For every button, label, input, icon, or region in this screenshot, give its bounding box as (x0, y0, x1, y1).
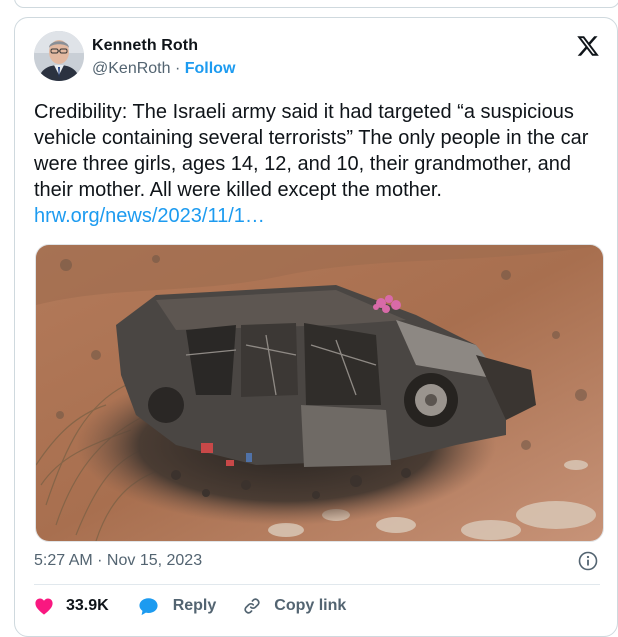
copy-link-label: Copy link (274, 597, 347, 614)
tweet-embed-card[interactable]: Kenneth Roth @KenRoth · Follow Credibili… (14, 17, 618, 637)
tweet-timestamp[interactable]: 5:27 AM · Nov 15, 2023 (34, 552, 202, 570)
x-logo-icon[interactable] (576, 34, 600, 58)
tweet-body: Credibility: The Israeli army said it ha… (34, 101, 589, 201)
follow-button[interactable]: Follow (185, 60, 236, 77)
divider (34, 584, 600, 585)
heart-icon (35, 598, 53, 615)
tweet-actions: 33.9K Reply Copy link (34, 595, 346, 617)
speech-bubble-icon (139, 597, 158, 615)
reply-label: Reply (172, 597, 217, 614)
previous-embed-card (14, 0, 618, 8)
tweet-link[interactable]: hrw.org/news/2023/11/1… (34, 205, 265, 227)
like-button[interactable]: 33.9K (34, 597, 109, 615)
burned-car-image (36, 245, 603, 541)
like-count: 33.9K (66, 597, 109, 614)
author-handle[interactable]: @KenRoth (92, 60, 171, 77)
copy-link-button[interactable]: Copy link (242, 596, 346, 616)
info-icon[interactable] (578, 551, 598, 571)
chain-link-icon (244, 598, 260, 614)
tweet-photo[interactable] (35, 244, 604, 542)
avatar[interactable] (34, 31, 84, 81)
handle-line: @KenRoth · Follow (92, 60, 235, 78)
avatar-portrait (34, 31, 84, 81)
handle-separator: · (170, 60, 185, 77)
reply-button[interactable]: Reply (138, 597, 217, 616)
tweet-text: Credibility: The Israeli army said it ha… (34, 99, 594, 229)
author-name[interactable]: Kenneth Roth (92, 37, 198, 55)
